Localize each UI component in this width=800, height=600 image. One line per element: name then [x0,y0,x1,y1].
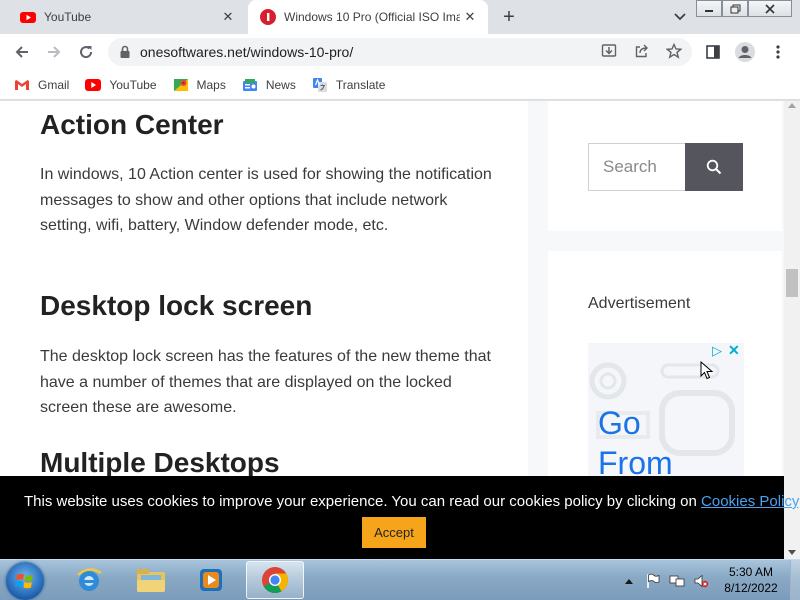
internet-explorer-icon [77,568,102,591]
bookmark-gmail[interactable]: Gmail [14,77,69,93]
close-tab-icon[interactable]: ✕ [460,7,480,27]
media-player-icon [200,569,222,591]
install-icon[interactable] [598,40,620,62]
chevron-down-icon[interactable] [670,8,690,26]
advertisement-box[interactable]: ▷ ✕ Go From [588,343,744,483]
tab-title: YouTube [44,10,92,24]
taskbar-clock[interactable]: 5:30 AM 8/12/2022 [714,564,788,596]
bookmark-youtube[interactable]: YouTube [85,77,157,93]
gmail-icon [14,77,30,93]
taskbar-media-player[interactable] [184,561,238,599]
show-desktop-button[interactable] [790,560,800,600]
bookmark-label: YouTube [109,77,157,92]
side-panel-icon[interactable] [701,40,725,64]
ad-headline-line1: Go [598,405,641,441]
heading-desktop-lock-screen: Desktop lock screen [40,290,313,321]
windows-taskbar: 5:30 AM 8/12/2022 [0,559,800,600]
forward-button[interactable] [42,40,66,64]
taskbar-internet-explorer[interactable] [62,561,116,599]
mouse-cursor-icon [700,361,714,380]
show-hidden-icons-icon[interactable] [620,572,638,590]
bookmark-label: News [265,77,296,92]
tab-youtube[interactable]: YouTube ✕ [0,0,246,34]
windows-logo-icon [15,573,33,589]
profile-avatar-icon[interactable] [733,40,757,64]
chrome-icon [262,567,289,594]
bookmark-label: Translate [335,77,386,92]
tab-strip: YouTube ✕ Windows 10 Pro (Official ISO I… [0,0,800,34]
url-text: onesoftwares.net/windows-10-pro/ [140,44,354,60]
close-window-button[interactable] [748,0,792,17]
search-button[interactable] [685,143,743,191]
action-center-flag-icon[interactable] [644,572,662,590]
advertisement-label: Advertisement [588,295,691,312]
tab-windows-10-pro[interactable]: Windows 10 Pro (Official ISO Ima ✕ [248,0,488,34]
paragraph-desktop-lock-screen: The desktop lock screen has the features… [40,348,491,416]
share-icon[interactable] [631,40,653,62]
heading-multiple-desktops: Multiple Desktops [40,447,280,478]
heading-action-center: Action Center [40,109,224,140]
system-tray [620,560,716,600]
clock-date: 8/12/2022 [724,581,778,595]
bookmark-label: Maps [196,77,226,92]
bookmark-maps[interactable]: Maps [173,77,226,93]
taskbar-chrome[interactable] [246,561,304,599]
cookies-policy-link[interactable]: Cookies Policy [701,493,798,510]
cookie-text: This website uses cookies to improve you… [24,493,702,510]
minimize-button[interactable] [696,0,722,17]
tab-title: Windows 10 Pro (Official ISO Ima [284,10,460,24]
browser-toolbar: onesoftwares.net/windows-10-pro/ [0,34,800,70]
restore-button[interactable] [722,0,748,17]
new-tab-button[interactable]: + [498,6,520,28]
folder-icon [137,569,165,592]
window-controls [696,0,792,18]
menu-kebab-icon[interactable] [766,40,790,64]
back-button[interactable] [10,40,34,64]
translate-icon [312,77,328,93]
reload-button[interactable] [74,40,98,64]
onesoftwares-icon [260,9,276,25]
youtube-icon [20,9,36,25]
clock-time: 5:30 AM [728,565,774,579]
news-icon [242,77,258,93]
lock-icon[interactable] [118,45,132,59]
page-scrollbar[interactable] [784,101,800,559]
paragraph-action-center: In windows, 10 Action center is used for… [40,166,492,234]
search-input[interactable]: Search [588,143,686,191]
sidebar-search-widget: Search [548,101,782,231]
bookmark-news[interactable]: News [242,77,296,93]
bookmark-star-icon[interactable] [663,40,685,62]
volume-muted-icon[interactable] [692,572,710,590]
accept-cookies-button[interactable]: Accept [362,517,426,548]
scrollbar-thumb[interactable] [786,269,798,297]
taskbar-file-explorer[interactable] [124,561,178,599]
search-icon [706,159,722,175]
cookie-banner: This website uses cookies to improve you… [0,476,800,559]
ad-choices-icon[interactable]: ▷ [712,343,722,359]
maps-icon [173,77,189,93]
network-icon[interactable] [668,572,686,590]
start-button[interactable] [6,562,44,600]
scroll-up-arrow-icon[interactable] [788,103,796,108]
ad-close-icon[interactable]: ✕ [728,343,740,359]
bookmark-translate[interactable]: Translate [312,77,386,93]
bookmarks-bar: Gmail YouTube Maps News Translate [0,70,800,100]
bookmark-label: Gmail [38,77,70,92]
cookie-message: This website uses cookies to improve you… [24,493,800,510]
scroll-down-arrow-icon[interactable] [788,550,796,555]
youtube-icon [85,77,102,93]
close-tab-icon[interactable]: ✕ [218,7,238,27]
